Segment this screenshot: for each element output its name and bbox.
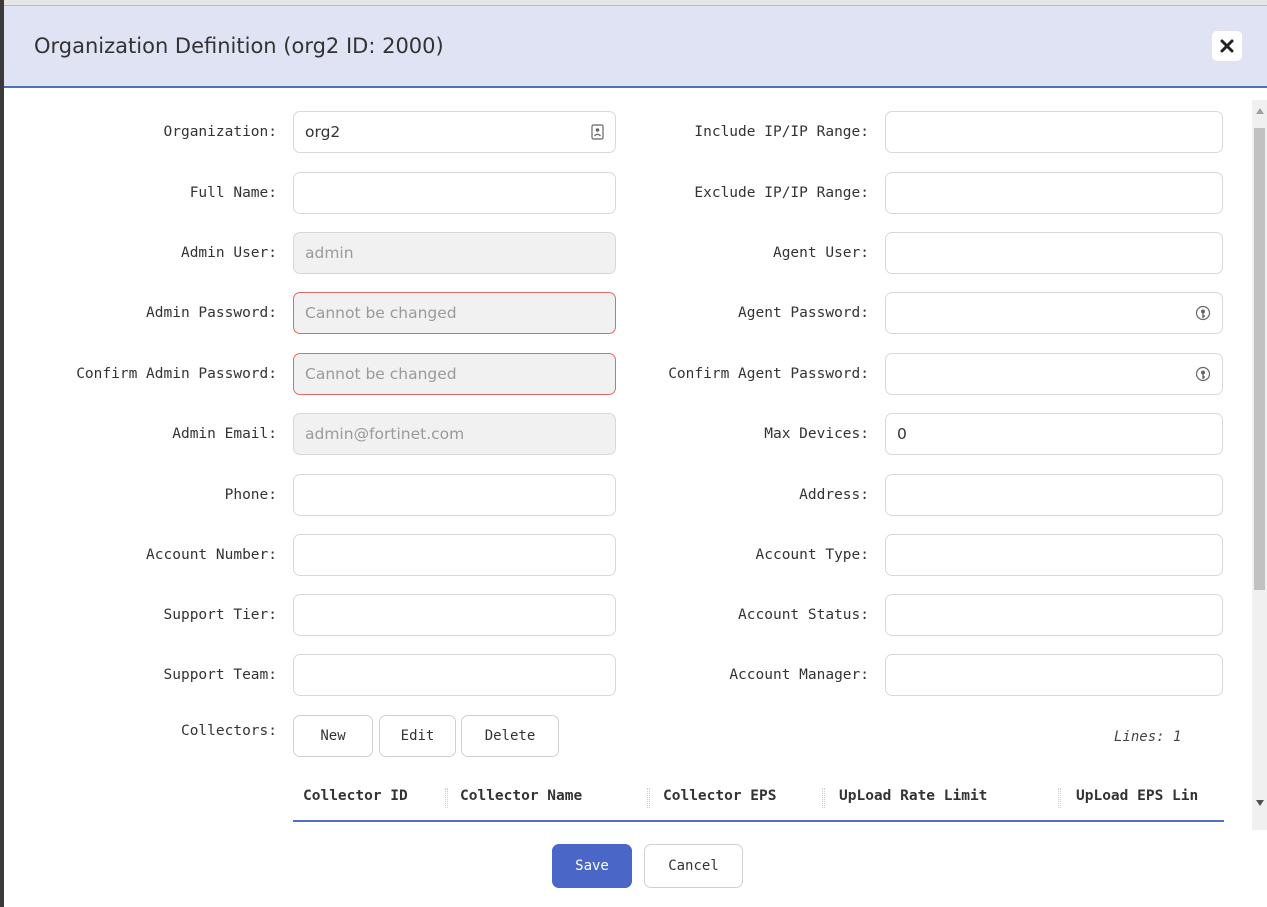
admin-password-placeholder: Cannot be changed bbox=[305, 304, 457, 322]
collectors-grid-header: Collector ID Collector Name Collector EP… bbox=[293, 778, 1224, 822]
column-separator[interactable] bbox=[647, 788, 650, 808]
account-manager-label: Account Manager: bbox=[729, 667, 869, 683]
column-collector-id[interactable]: Collector ID bbox=[303, 788, 408, 804]
account-manager-input[interactable] bbox=[885, 654, 1223, 696]
confirm-admin-password-label: Confirm Admin Password: bbox=[76, 366, 277, 382]
contact-card-icon[interactable] bbox=[591, 124, 604, 140]
phone-label: Phone: bbox=[224, 487, 277, 503]
scroll-up-arrow-icon[interactable] bbox=[1252, 108, 1267, 120]
account-status-label: Account Status: bbox=[738, 607, 869, 623]
column-separator[interactable] bbox=[445, 788, 448, 808]
scrollbar-thumb[interactable] bbox=[1254, 128, 1265, 590]
column-separator[interactable] bbox=[1058, 788, 1061, 808]
phone-input[interactable] bbox=[293, 474, 616, 516]
max-devices-input[interactable]: 0 bbox=[885, 413, 1223, 455]
column-upload-eps-limit[interactable]: UpLoad EPS Lin bbox=[1076, 788, 1198, 804]
organization-value: org2 bbox=[305, 123, 341, 141]
admin-email-label: Admin Email: bbox=[172, 426, 277, 442]
agent-user-label: Agent User: bbox=[772, 245, 869, 261]
cancel-button[interactable]: Cancel bbox=[644, 844, 743, 888]
full-name-input[interactable] bbox=[293, 172, 616, 214]
close-icon bbox=[1220, 39, 1234, 53]
save-button[interactable]: Save bbox=[552, 844, 632, 888]
admin-user-value: admin bbox=[305, 244, 354, 262]
include-ip-range-label: Include IP/IP Range: bbox=[694, 124, 869, 140]
admin-email-input[interactable]: admin@fortinet.com bbox=[293, 413, 616, 455]
admin-password-input[interactable]: Cannot be changed bbox=[293, 292, 616, 334]
confirm-agent-password-label: Confirm Agent Password: bbox=[668, 366, 869, 382]
address-label: Address: bbox=[799, 487, 869, 503]
agent-user-input[interactable] bbox=[885, 232, 1223, 274]
agent-password-input[interactable] bbox=[885, 292, 1223, 334]
new-collector-button[interactable]: New bbox=[293, 715, 373, 757]
dialog-header: Organization Definition (org2 ID: 2000) bbox=[4, 6, 1267, 88]
max-devices-value: 0 bbox=[897, 425, 907, 443]
organization-dialog: Organization Definition (org2 ID: 2000) … bbox=[4, 6, 1267, 907]
include-ip-range-input[interactable] bbox=[885, 111, 1223, 153]
column-upload-rate-limit[interactable]: UpLoad Rate Limit bbox=[839, 788, 987, 804]
password-key-icon[interactable] bbox=[1195, 366, 1211, 384]
delete-collector-button[interactable]: Delete bbox=[461, 715, 559, 757]
column-collector-eps[interactable]: Collector EPS bbox=[663, 788, 777, 804]
exclude-ip-range-label: Exclude IP/IP Range: bbox=[694, 185, 869, 201]
organization-input[interactable]: org2 bbox=[293, 111, 616, 153]
exclude-ip-range-input[interactable] bbox=[885, 172, 1223, 214]
edit-collector-button[interactable]: Edit bbox=[379, 715, 456, 757]
lines-count: Lines: 1 bbox=[1114, 729, 1182, 745]
account-number-label: Account Number: bbox=[146, 547, 277, 563]
admin-user-label: Admin User: bbox=[180, 245, 277, 261]
account-number-input[interactable] bbox=[293, 534, 616, 576]
support-team-label: Support Team: bbox=[163, 667, 278, 683]
confirm-admin-password-placeholder: Cannot be changed bbox=[305, 365, 457, 383]
collectors-label: Collectors: bbox=[180, 723, 277, 739]
column-separator[interactable] bbox=[822, 788, 825, 808]
password-key-icon[interactable] bbox=[1195, 305, 1211, 323]
support-team-input[interactable] bbox=[293, 654, 616, 696]
confirm-admin-password-input[interactable]: Cannot be changed bbox=[293, 353, 616, 395]
account-type-label: Account Type: bbox=[755, 547, 870, 563]
column-collector-name[interactable]: Collector Name bbox=[460, 788, 582, 804]
full-name-label: Full Name: bbox=[189, 185, 277, 201]
scroll-down-arrow-icon[interactable] bbox=[1252, 800, 1267, 812]
admin-password-label: Admin Password: bbox=[146, 305, 277, 321]
address-input[interactable] bbox=[885, 474, 1223, 516]
vertical-scrollbar[interactable] bbox=[1252, 100, 1267, 830]
admin-user-input[interactable]: admin bbox=[293, 232, 616, 274]
organization-label: Organization: bbox=[163, 124, 278, 140]
agent-password-label: Agent Password: bbox=[738, 305, 869, 321]
support-tier-input[interactable] bbox=[293, 594, 616, 636]
close-button[interactable] bbox=[1212, 31, 1242, 61]
dialog-title: Organization Definition (org2 ID: 2000) bbox=[34, 34, 444, 58]
support-tier-label: Support Tier: bbox=[163, 607, 278, 623]
account-status-input[interactable] bbox=[885, 594, 1223, 636]
admin-email-value: admin@fortinet.com bbox=[305, 425, 465, 443]
account-type-input[interactable] bbox=[885, 534, 1223, 576]
confirm-agent-password-input[interactable] bbox=[885, 353, 1223, 395]
max-devices-label: Max Devices: bbox=[764, 426, 869, 442]
